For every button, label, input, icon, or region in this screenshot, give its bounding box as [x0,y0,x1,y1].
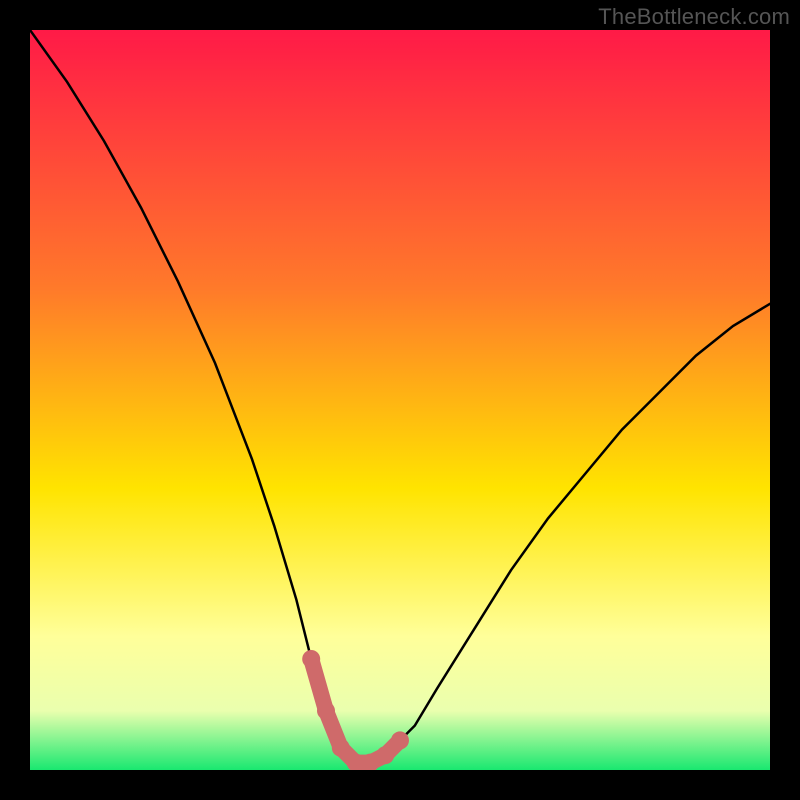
highlight-dot [317,702,335,720]
chart-frame: TheBottleneck.com [0,0,800,800]
bottleneck-chart [30,30,770,770]
plot-area [30,30,770,770]
highlight-dot [302,650,320,668]
highlight-dot [391,731,409,749]
watermark-text: TheBottleneck.com [598,4,790,30]
highlight-dot [332,739,350,757]
gradient-background [30,30,770,770]
highlight-dot [376,746,394,764]
